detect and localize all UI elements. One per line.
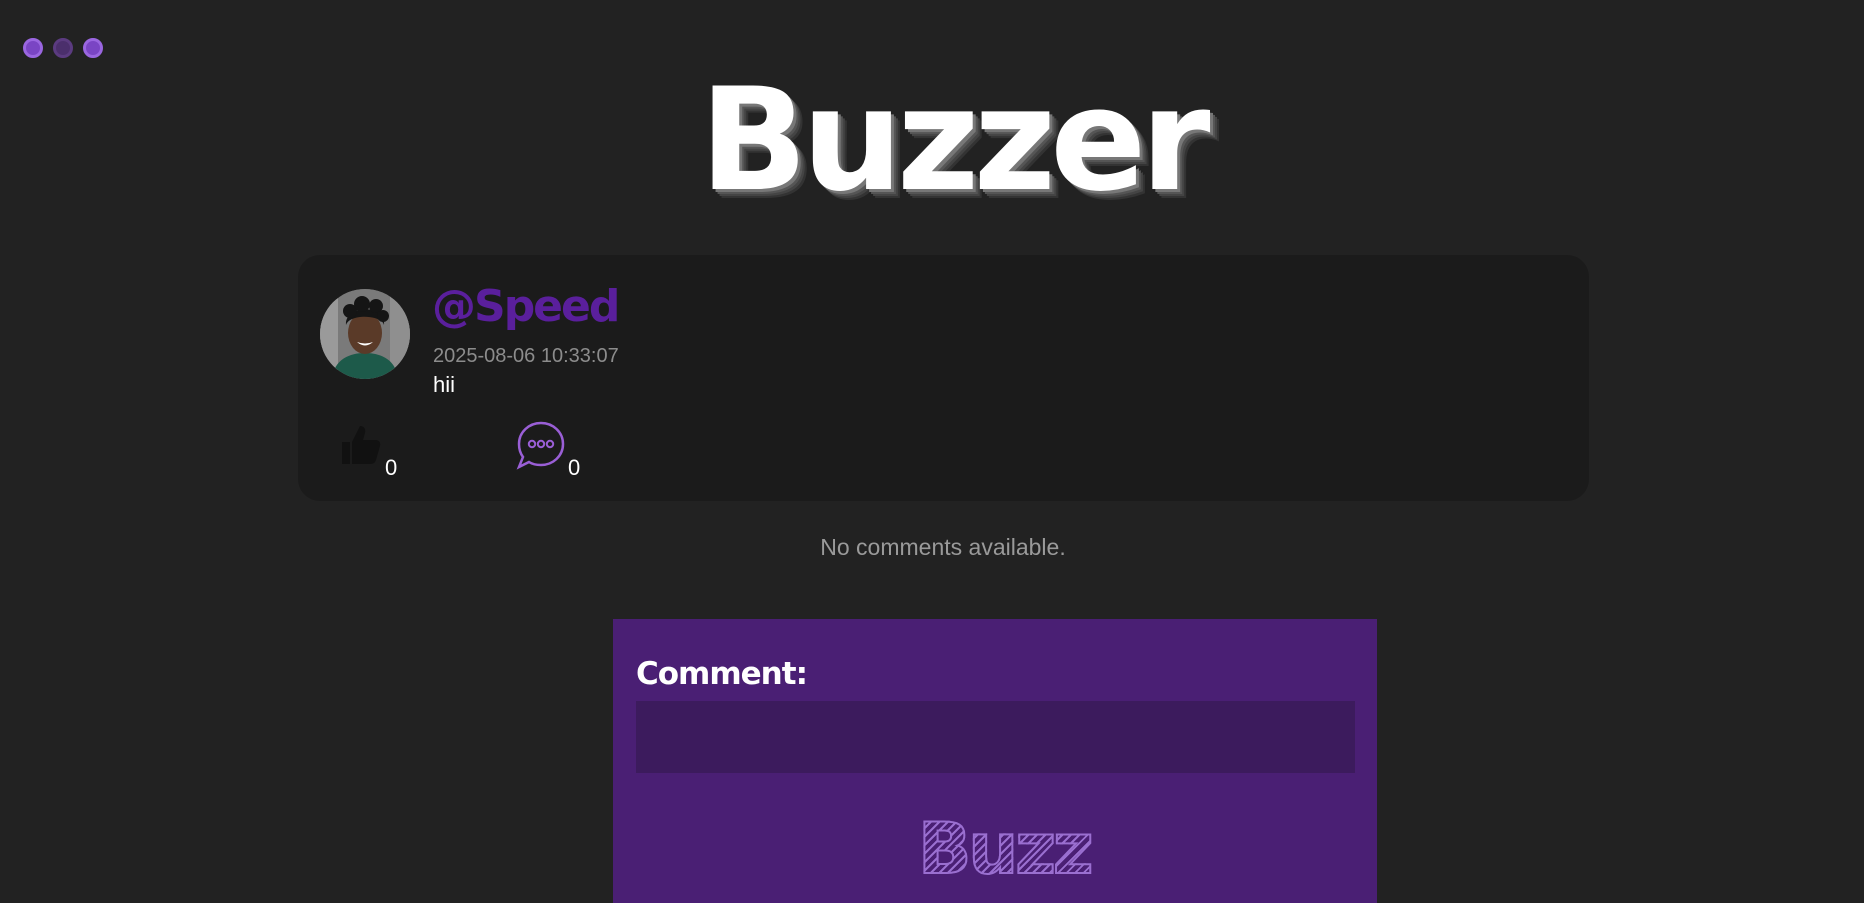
comment-label: Comment: [636,656,808,692]
no-comments-message: No comments available. [820,534,1066,560]
buzz-submit-button[interactable]: Buzz [917,813,1095,885]
comment-form: Comment: Buzz [613,619,1377,903]
brand-header: Buzzer [0,70,1864,212]
brand-logo[interactable]: Buzzer [700,70,1211,212]
post-username[interactable]: @Speed [432,285,620,329]
avatar[interactable] [320,289,410,379]
window-controls [23,38,103,58]
avatar-image [320,289,410,379]
comment-input[interactable] [636,701,1355,773]
post-card: @Speed 2025-08-06 10:33:07 hii 0 0 [298,255,1589,501]
like-count: 0 [385,455,398,480]
close-dot[interactable] [23,38,43,58]
post-body: hii [433,372,456,397]
post-timestamp: 2025-08-06 10:33:07 [433,345,619,367]
thumbs-up-icon[interactable] [336,420,384,468]
comment-count: 0 [568,455,581,480]
buzz-button-label: Buzz [917,808,1095,890]
speech-bubble-icon[interactable] [516,420,566,470]
page: Buzzer @Speed 2025-08-06 10:33:07 hii 0 … [0,0,1864,903]
minimize-dot[interactable] [53,38,73,58]
maximize-dot[interactable] [83,38,103,58]
